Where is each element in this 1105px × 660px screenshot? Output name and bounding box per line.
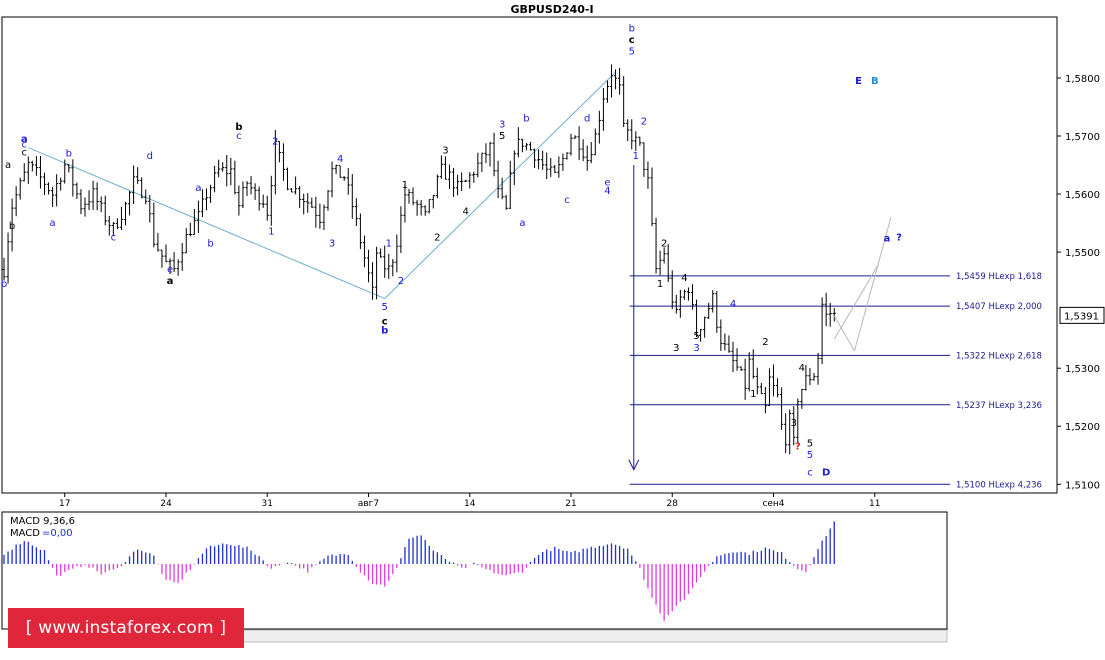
y-tick-label-2: 1,5600: [1065, 190, 1100, 201]
wave-label-44: 4: [681, 273, 687, 284]
y-tick-label-0: 1,5800: [1065, 74, 1100, 85]
wave-label-57: D: [822, 468, 830, 479]
wave-label-6: b: [66, 148, 72, 159]
wave-label-10: e: [167, 264, 173, 275]
wave-label-17: 1: [268, 227, 274, 238]
fib-level-label-2: 1,5322 HLexp 2,618: [956, 351, 1042, 361]
wave-label-28: 4: [463, 206, 469, 217]
x-tick-label-8: 11: [869, 499, 880, 509]
wave-label-40: 2: [641, 116, 647, 127]
wave-label-46: 5: [693, 331, 699, 342]
wave-label-4: a: [5, 160, 11, 171]
wave-label-8: c: [111, 232, 117, 243]
x-tick-label-5: 21: [565, 499, 576, 509]
wave-label-26: 2: [434, 232, 440, 243]
fib-level-label-4: 1,5100 HLexp 4,236: [956, 480, 1042, 490]
wave-label-32: b: [523, 113, 529, 124]
y-tick-label-5: 1,5200: [1065, 422, 1100, 433]
wave-label-25: 1: [402, 180, 408, 191]
wave-label-50: 1: [750, 389, 756, 400]
wave-label-38: c: [629, 35, 635, 46]
y-tick-label-6: 1,5100: [1065, 480, 1100, 491]
chart-title: GBPUSD240-I: [510, 3, 593, 16]
x-tick-label-0: 17: [59, 499, 70, 509]
wave-label-30: 5: [499, 131, 505, 142]
wave-label-11: a: [167, 276, 174, 287]
wave-label-41: 1: [633, 151, 639, 162]
wave-label-34: d: [584, 113, 590, 124]
fib-level-label-3: 1,5237 HLexp 3,236: [956, 401, 1042, 411]
wave-label-52: 3: [791, 418, 797, 429]
x-tick-label-3: авг7: [358, 499, 379, 509]
wave-label-55: 5: [807, 450, 813, 461]
wave-label-13: b: [207, 238, 213, 249]
x-tick-label-1: 24: [160, 499, 172, 509]
wave-label-48: 4: [730, 299, 736, 310]
wave-label-3: c: [22, 148, 28, 159]
macd-value: =0,00: [42, 528, 73, 539]
wave-label-47: 3: [693, 343, 699, 354]
wave-label-5: b: [9, 221, 15, 232]
wave-label-37: b: [629, 24, 635, 35]
wave-label-36: 4: [604, 186, 610, 197]
wave-label-43: 1: [657, 279, 663, 290]
wave-label-27: 3: [442, 145, 448, 156]
wave-label-39: 5: [629, 47, 635, 58]
x-tick-label-4: 14: [464, 499, 476, 509]
wave-label-42: 2: [661, 238, 667, 249]
wave-label-54: ?: [795, 441, 801, 452]
fib-level-label-0: 1,5459 HLexp 1,618: [956, 272, 1042, 282]
wave-label-29: 3: [499, 119, 505, 130]
wave-label-0: b: [1, 279, 7, 290]
wave-label-58: E: [855, 76, 862, 87]
wave-label-22: b: [381, 325, 388, 336]
wave-label-31: a: [519, 218, 525, 229]
wave-label-20: 5: [382, 302, 388, 313]
wave-label-53: 5: [807, 439, 813, 450]
wave-label-59: B: [871, 76, 879, 87]
wave-label-51: 4: [799, 363, 805, 374]
y-tick-label-1: 1,5700: [1065, 132, 1100, 143]
wave-label-16: 2: [272, 137, 278, 148]
macd-title: MACD 9,36,6: [10, 516, 75, 527]
instaforex-watermark: [ www.instaforex.com ]: [8, 608, 244, 648]
wave-label-33: c: [564, 195, 570, 206]
x-tick-label-2: 31: [262, 499, 273, 509]
x-tick-label-6: 28: [667, 499, 679, 509]
current-price-label: 1,5391: [1064, 311, 1099, 322]
macd-value-prefix: MACD: [10, 528, 40, 539]
wave-label-49: 2: [762, 337, 768, 348]
wave-label-12: a: [195, 183, 201, 194]
wave-label-15: c: [236, 131, 242, 142]
wave-label-18: 3: [329, 238, 335, 249]
wave-label-7: a: [50, 218, 56, 229]
y-tick-label-3: 1,5500: [1065, 248, 1100, 259]
y-tick-label-4: 1,5300: [1065, 364, 1100, 375]
wave-label-24: 2: [398, 276, 404, 287]
wave-label-9: d: [147, 151, 153, 162]
x-tick-label-7: сен4: [762, 499, 784, 509]
wave-label-61: ?: [896, 232, 902, 243]
fib-level-label-1: 1,5407 HLexp 2,000: [956, 302, 1042, 312]
wave-label-56: c: [807, 468, 813, 479]
wave-label-23: 1: [386, 238, 392, 249]
wave-label-60: a: [884, 234, 891, 245]
chart-canvas: GBPUSD240-I 1,5459 HLexp 1,618 1,5407 HLe…: [0, 0, 1105, 660]
wave-label-45: 3: [673, 343, 679, 354]
wave-label-19: 4: [337, 154, 343, 165]
